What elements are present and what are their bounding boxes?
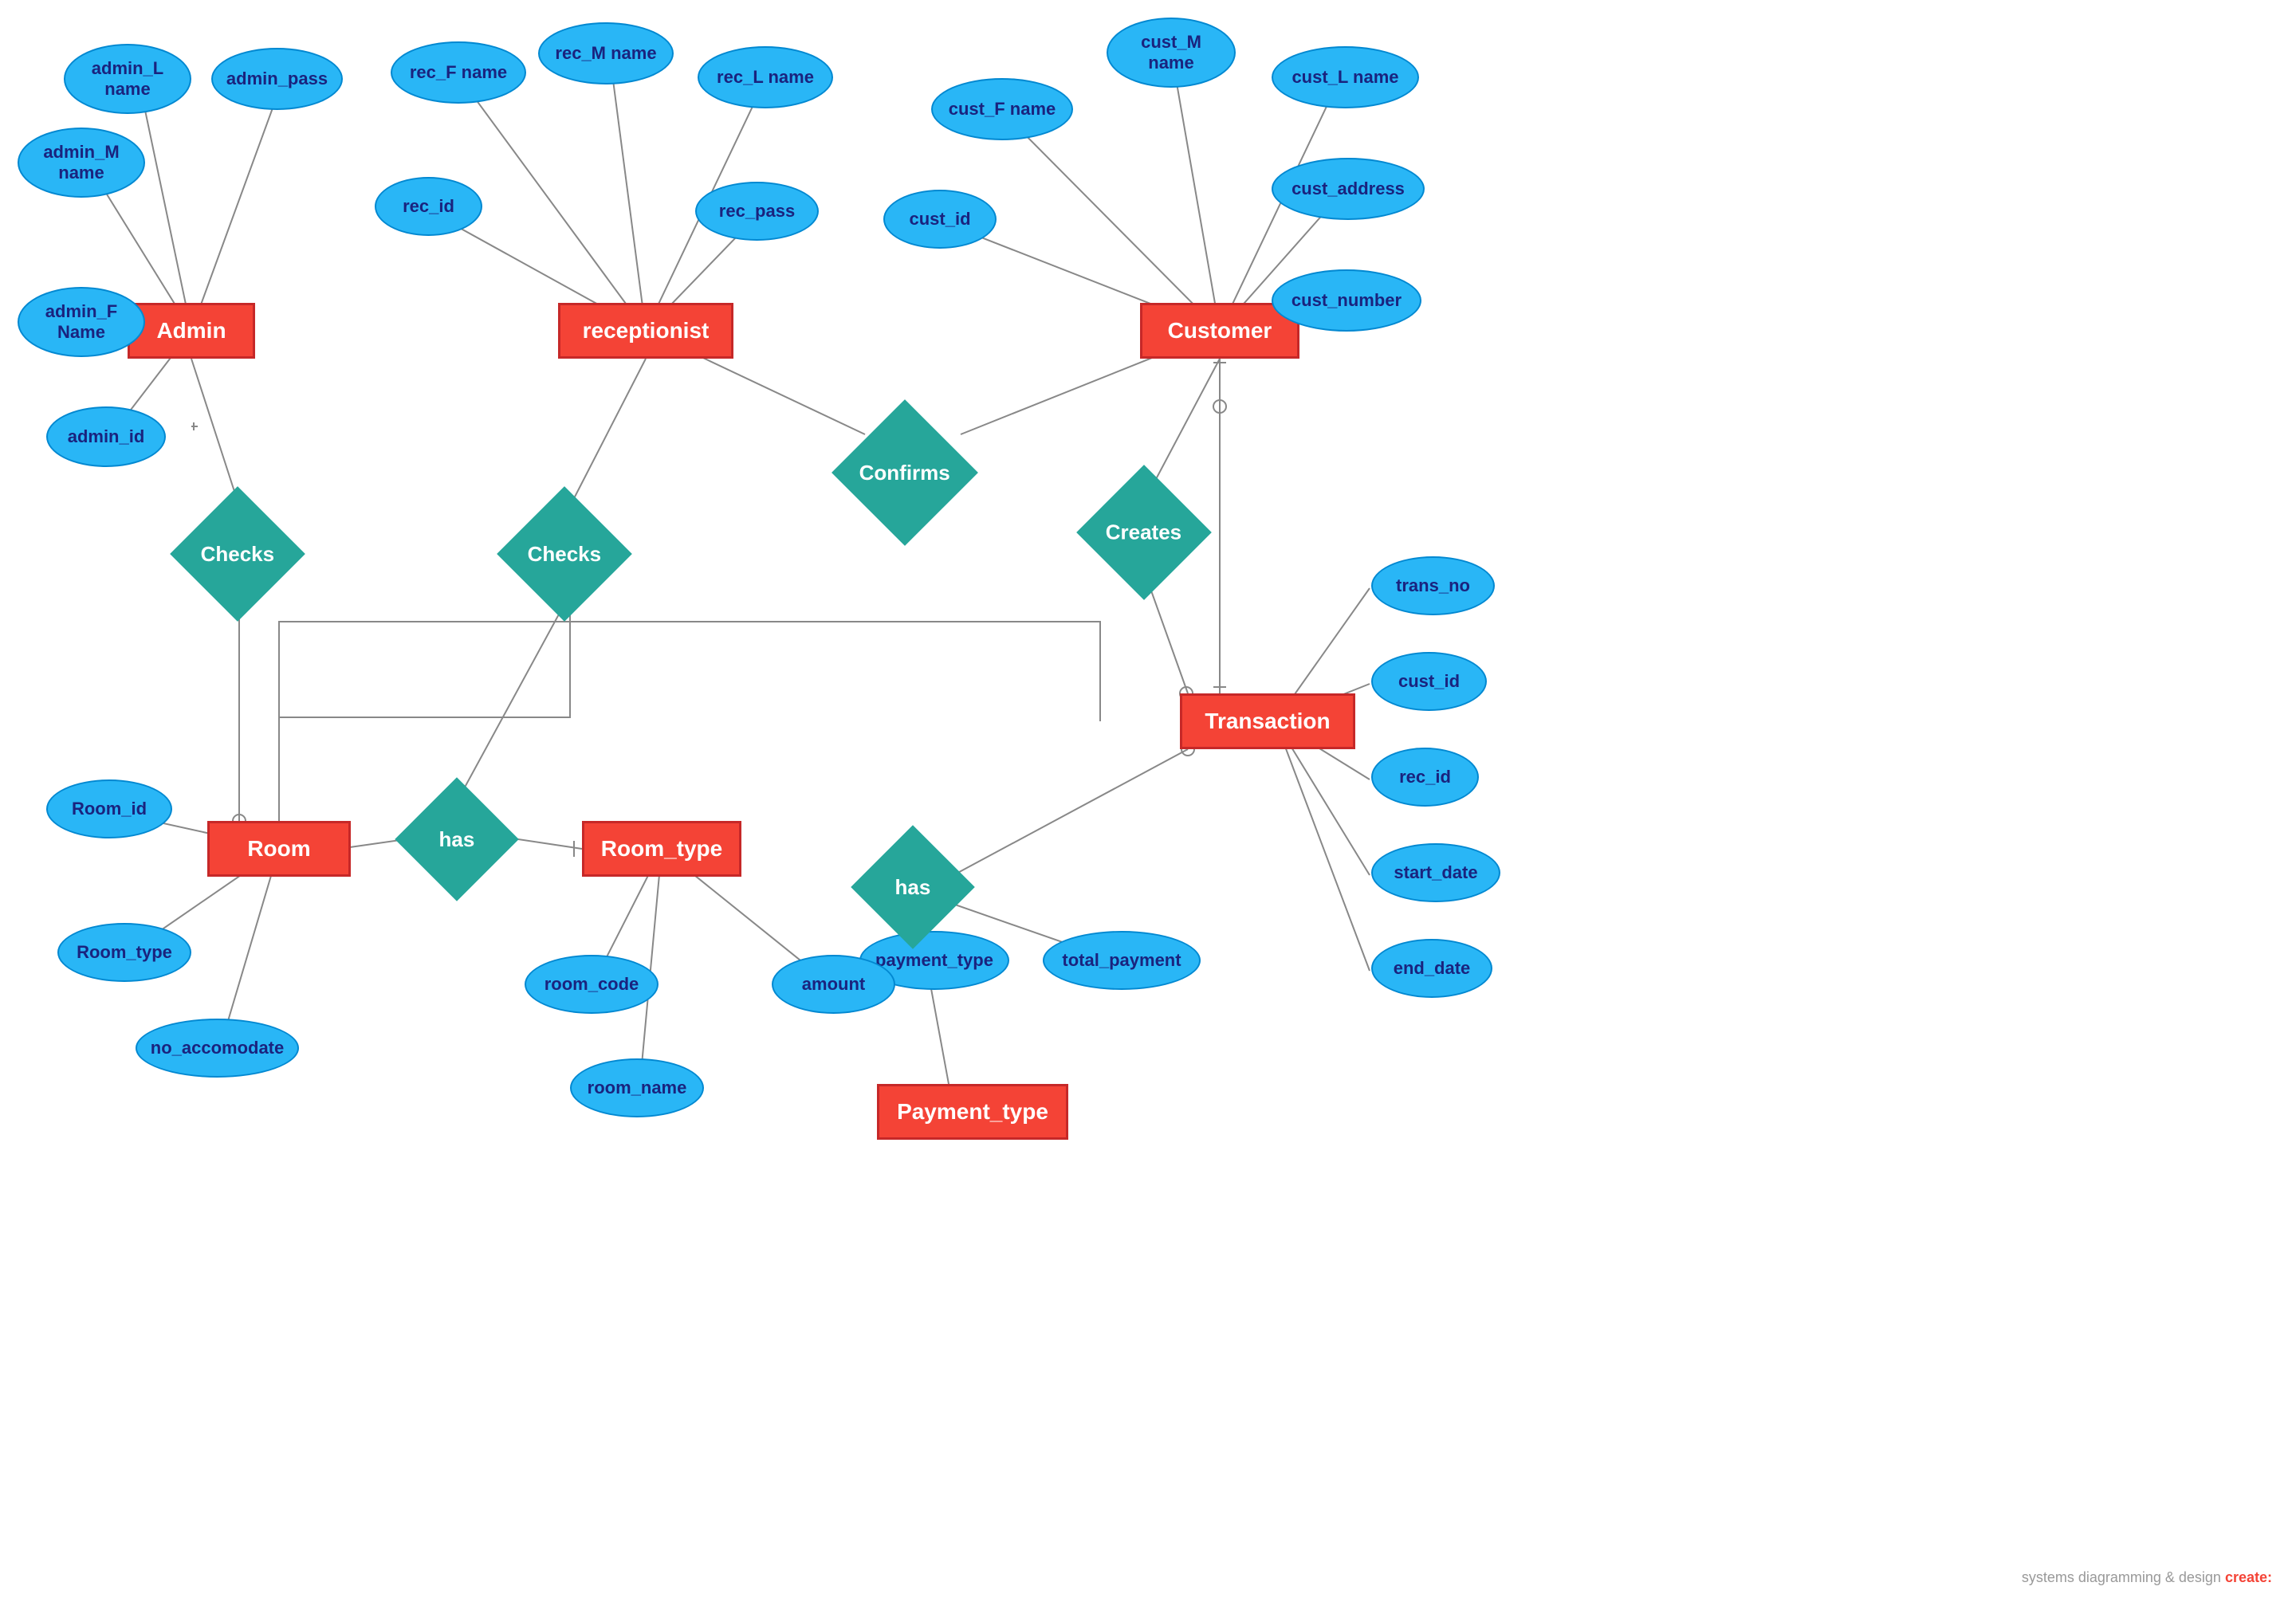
attr-cust-number: cust_number [1272, 269, 1421, 332]
attr-rec-m-name: rec_M name [538, 22, 674, 84]
connections-svg [0, 0, 2296, 1602]
attr-cust-address: cust_address [1272, 158, 1425, 220]
attr-rec-f-name: rec_F name [391, 41, 526, 104]
brand-logo: create: [2225, 1569, 2272, 1585]
attr-admin-l-name: admin_Lname [64, 44, 191, 114]
attr-rec-l-name: rec_L name [698, 46, 833, 108]
attr-admin-m-name: admin_Mname [18, 128, 145, 198]
attr-rec-pass: rec_pass [695, 182, 819, 241]
attr-amount: amount [772, 955, 895, 1014]
attr-rec-id: rec_id [375, 177, 482, 236]
attr-cust-f-name: cust_F name [931, 78, 1073, 140]
attr-room-code: room_code [525, 955, 659, 1014]
entity-admin: Admin [128, 303, 255, 359]
er-diagram: Admin receptionist Customer Room Room_ty… [0, 0, 2296, 1602]
attr-trans-rec-id: rec_id [1371, 748, 1479, 807]
attr-trans-cust-id: cust_id [1371, 652, 1487, 711]
entity-transaction: Transaction [1180, 693, 1355, 749]
attr-start-date: start_date [1371, 843, 1500, 902]
attr-admin-id: admin_id [46, 406, 166, 467]
watermark: systems diagramming & design create: [2022, 1569, 2272, 1586]
attr-admin-f-name: admin_FName [18, 287, 145, 357]
attr-cust-m-name: cust_Mname [1107, 18, 1236, 88]
attr-room-id: Room_id [46, 779, 172, 838]
entity-room: Room [207, 821, 351, 877]
attr-room-type-attr: Room_type [57, 923, 191, 982]
attr-end-date: end_date [1371, 939, 1492, 998]
entity-receptionist: receptionist [558, 303, 733, 359]
attr-room-name: room_name [570, 1058, 704, 1117]
entity-room-type: Room_type [582, 821, 741, 877]
attr-trans-no: trans_no [1371, 556, 1495, 615]
attr-no-accomodate: no_accomodate [136, 1019, 299, 1078]
entity-payment-type: Payment_type [877, 1084, 1068, 1140]
attr-total-payment: total_payment [1043, 931, 1201, 990]
attr-admin-pass: admin_pass [211, 48, 343, 110]
attr-cust-l-name: cust_L name [1272, 46, 1419, 108]
attr-cust-id: cust_id [883, 190, 997, 249]
